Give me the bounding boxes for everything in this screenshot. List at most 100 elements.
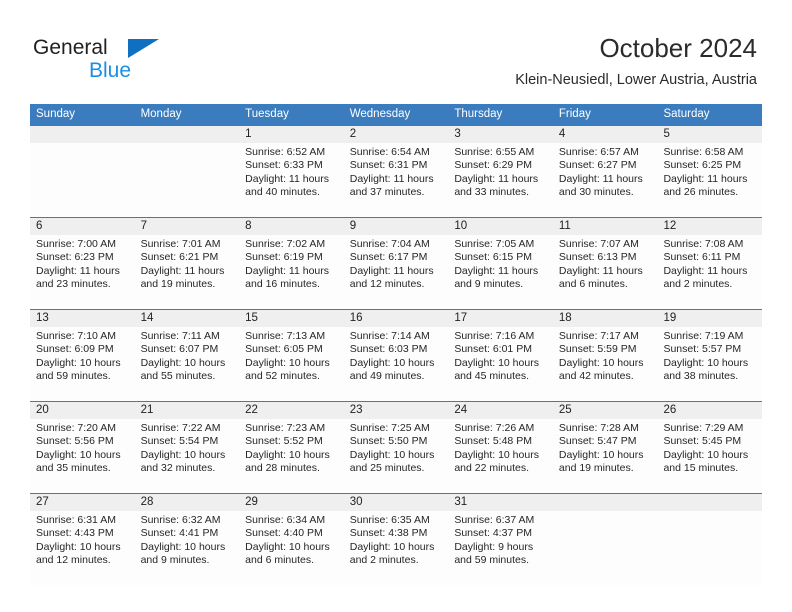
day-number: 1 <box>245 128 252 140</box>
sunset-line: Sunset: 4:41 PM <box>140 527 219 540</box>
sunset-line: Sunset: 5:50 PM <box>349 435 428 448</box>
sunrise-line: Sunrise: 6:54 AM <box>349 146 430 158</box>
day-number: 5 <box>663 128 670 140</box>
day-number: 10 <box>454 220 468 232</box>
day-number: 30 <box>349 496 363 508</box>
daylight-line-1: Daylight: 10 hours <box>140 356 226 369</box>
sunrise-line: Sunrise: 7:11 AM <box>140 330 220 342</box>
weekday-header-wednesday: Wednesday <box>349 108 411 120</box>
daylight-line-2: and 59 minutes. <box>454 554 530 567</box>
week-row: 6 7 8 9 10 11 12 Sunrise: 7:00 AM Sunset… <box>30 217 762 309</box>
sunset-line: Sunset: 5:45 PM <box>663 435 742 448</box>
day-number <box>657 494 762 511</box>
sunset-line: Sunset: 5:52 PM <box>245 435 323 448</box>
day-cell: Sunrise: 7:04 AM Sunset: 6:17 PM Dayligh… <box>344 235 449 309</box>
sunset-line: Sunset: 6:13 PM <box>558 251 637 264</box>
sunrise-line: Sunrise: 6:35 AM <box>349 514 430 526</box>
weekday-header-sunday: Sunday <box>36 108 76 120</box>
day-number: 21 <box>140 404 154 416</box>
sunset-line: Sunset: 6:05 PM <box>245 343 323 356</box>
day-number: 15 <box>245 312 258 324</box>
day-number: 13 <box>36 312 49 324</box>
day-number: 3 <box>454 128 461 140</box>
day-cell: Sunrise: 7:19 AM Sunset: 5:57 PM Dayligh… <box>657 327 762 401</box>
week-row: 27 28 29 30 31 Sunrise: 6:31 AM Sunset: … <box>30 493 762 585</box>
day-cell: Sunrise: 6:35 AM Sunset: 4:38 PM Dayligh… <box>344 511 449 585</box>
daylight-line-1: Daylight: 10 hours <box>558 448 644 461</box>
sunrise-line: Sunrise: 6:58 AM <box>663 146 744 158</box>
sunset-line: Sunset: 5:57 PM <box>663 343 742 356</box>
week-row: 1 2 3 4 5 Sunrise: 6:52 AM Sunset: 6:33 … <box>30 125 762 217</box>
daylight-line-1: Daylight: 10 hours <box>663 356 749 369</box>
daylight-line-1: Daylight: 10 hours <box>349 540 435 553</box>
sunset-line: Sunset: 4:37 PM <box>454 527 532 540</box>
daylight-line-1: Daylight: 10 hours <box>245 540 330 553</box>
daylight-line-2: and 25 minutes. <box>349 462 425 475</box>
daylight-line-1: Daylight: 11 hours <box>140 264 225 277</box>
day-cell: Sunrise: 6:34 AM Sunset: 4:40 PM Dayligh… <box>239 511 344 585</box>
page-subtitle: Klein-Neusiedl, Lower Austria, Austria <box>515 72 757 88</box>
day-cell: Sunrise: 7:14 AM Sunset: 6:03 PM Dayligh… <box>344 327 449 401</box>
day-cell: Sunrise: 7:02 AM Sunset: 6:19 PM Dayligh… <box>239 235 344 309</box>
daylight-line-2: and 23 minutes. <box>36 278 111 291</box>
day-number: 28 <box>140 496 154 508</box>
day-cell: Sunrise: 7:00 AM Sunset: 6:23 PM Dayligh… <box>30 235 135 309</box>
sunset-line: Sunset: 4:43 PM <box>36 527 114 540</box>
day-number: 8 <box>245 220 252 232</box>
sunset-line: Sunset: 6:31 PM <box>349 159 428 172</box>
sunrise-line: Sunrise: 7:19 AM <box>663 330 744 342</box>
daylight-line-1: Daylight: 11 hours <box>349 264 434 277</box>
week-date-band: 20 21 22 23 24 25 26 <box>30 402 762 419</box>
daylight-line-2: and 9 minutes. <box>140 554 210 567</box>
daylight-line-1: Daylight: 10 hours <box>36 356 121 369</box>
day-cell: Sunrise: 6:37 AM Sunset: 4:37 PM Dayligh… <box>448 511 553 585</box>
daylight-line-2: and 2 minutes. <box>349 554 419 567</box>
day-cell: Sunrise: 7:07 AM Sunset: 6:13 PM Dayligh… <box>553 235 658 309</box>
sunrise-line: Sunrise: 7:00 AM <box>36 238 116 250</box>
day-number: 2 <box>349 128 357 140</box>
daylight-line-2: and 38 minutes. <box>663 370 739 383</box>
daylight-line-2: and 32 minutes. <box>140 462 216 475</box>
daylight-line-2: and 6 minutes. <box>245 554 315 567</box>
daylight-line-2: and 40 minutes. <box>245 186 320 199</box>
day-number: 27 <box>36 496 49 508</box>
day-number: 26 <box>663 404 677 416</box>
week-detail-band: Sunrise: 6:52 AM Sunset: 6:33 PM Dayligh… <box>30 143 762 217</box>
sunrise-line: Sunrise: 7:16 AM <box>454 330 535 342</box>
day-number: 7 <box>140 220 147 232</box>
day-number: 11 <box>558 220 571 232</box>
week-row: 13 14 15 16 17 18 19 Sunrise: 7:10 AM Su… <box>30 309 762 401</box>
day-cell: Sunrise: 6:55 AM Sunset: 6:29 PM Dayligh… <box>448 143 553 217</box>
sunrise-line: Sunrise: 7:07 AM <box>558 238 639 250</box>
day-cell: Sunrise: 6:32 AM Sunset: 4:41 PM Dayligh… <box>135 511 240 585</box>
daylight-line-1: Daylight: 11 hours <box>245 172 330 185</box>
sunrise-line: Sunrise: 7:25 AM <box>349 422 430 434</box>
day-cell: Sunrise: 7:13 AM Sunset: 6:05 PM Dayligh… <box>239 327 344 401</box>
logo-text-blue: Blue <box>89 59 132 82</box>
day-number: 20 <box>36 404 49 416</box>
week-detail-band: Sunrise: 7:10 AM Sunset: 6:09 PM Dayligh… <box>30 327 762 401</box>
daylight-line-1: Daylight: 10 hours <box>36 448 121 461</box>
day-number: 17 <box>454 312 468 324</box>
daylight-line-1: Daylight: 9 hours <box>454 540 534 553</box>
sunrise-line: Sunrise: 7:05 AM <box>454 238 535 250</box>
day-cell <box>135 143 240 217</box>
weekday-header-tuesday: Tuesday <box>245 108 289 120</box>
day-cell <box>657 511 762 585</box>
week-date-band: 1 2 3 4 5 <box>30 126 762 143</box>
day-number: 12 <box>663 220 677 232</box>
calendar-page: General Blue October 2024 Klein-Neusiedl… <box>0 0 792 612</box>
sunset-line: Sunset: 4:38 PM <box>349 527 428 540</box>
sunset-line: Sunset: 6:19 PM <box>245 251 323 264</box>
daylight-line-1: Daylight: 10 hours <box>349 448 435 461</box>
day-number: 19 <box>663 312 677 324</box>
sunrise-line: Sunrise: 7:26 AM <box>454 422 535 434</box>
day-cell: Sunrise: 7:05 AM Sunset: 6:15 PM Dayligh… <box>448 235 553 309</box>
day-cell: Sunrise: 6:57 AM Sunset: 6:27 PM Dayligh… <box>553 143 658 217</box>
day-cell: Sunrise: 7:16 AM Sunset: 6:01 PM Dayligh… <box>448 327 553 401</box>
day-cell <box>30 143 135 217</box>
sunset-line: Sunset: 5:48 PM <box>454 435 532 448</box>
week-detail-band: Sunrise: 6:31 AM Sunset: 4:43 PM Dayligh… <box>30 511 762 585</box>
daylight-line-2: and 12 minutes. <box>36 554 111 567</box>
day-cell: Sunrise: 7:20 AM Sunset: 5:56 PM Dayligh… <box>30 419 135 493</box>
